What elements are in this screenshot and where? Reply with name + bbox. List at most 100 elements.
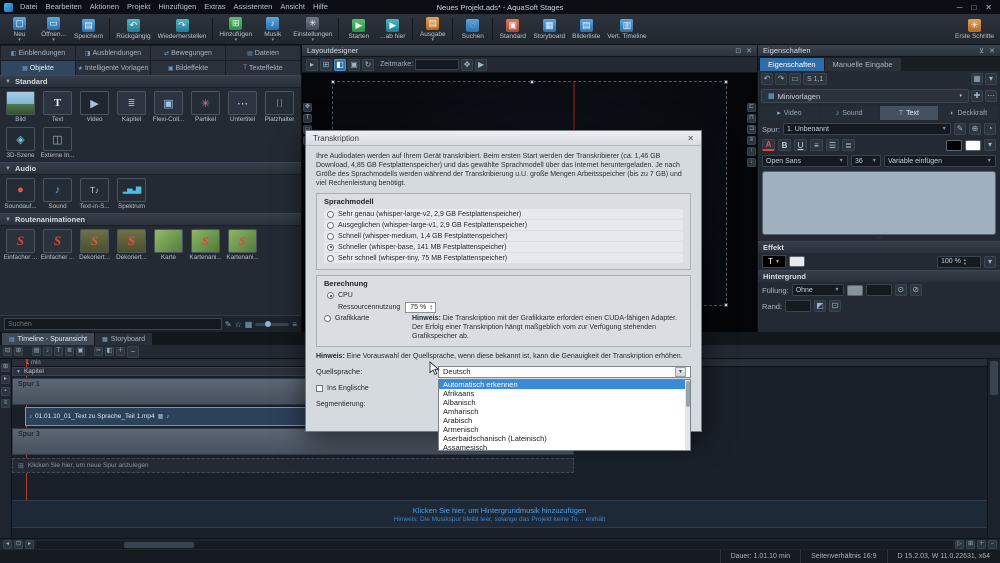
layer-up-icon[interactable]: ↑ <box>747 147 756 156</box>
more-icon[interactable]: ⋯ <box>985 90 997 102</box>
text-content-area[interactable] <box>762 171 996 235</box>
library-item-dekoriert-2[interactable]: SDekoriert... <box>113 228 150 262</box>
clock-icon[interactable]: ◔ <box>984 123 996 135</box>
fit-view-icon[interactable]: ⊞ <box>966 540 975 549</box>
quellsprache-combobox[interactable]: Deutsch ▼ <box>438 366 691 378</box>
align-left-icon[interactable]: ⊏ <box>747 103 756 112</box>
close-icon[interactable]: ✕ <box>989 47 995 55</box>
library-item-flexi-collage[interactable]: ▣Flexi-Coll... <box>150 90 187 124</box>
insert-sound-icon[interactable]: ♪ <box>43 347 52 356</box>
menu-item-projekt[interactable]: Projekt <box>123 0 154 14</box>
checkbox-icon[interactable] <box>316 385 323 392</box>
track-list-icon[interactable]: ≡ <box>1 399 10 408</box>
pencil-icon[interactable]: ✎ <box>954 123 966 135</box>
pencil-icon[interactable]: ✎ <box>225 320 232 329</box>
tab-bewegungen[interactable]: ⇄Bewegungen <box>151 46 225 60</box>
pin-icon[interactable]: ⊻ <box>979 47 984 55</box>
insert-text-icon[interactable]: T <box>54 347 63 356</box>
library-item-einfacher-pfad-1[interactable]: SEinfacher ... <box>2 228 39 262</box>
horizontal-scrollbar[interactable] <box>36 541 953 549</box>
collapse-all-icon[interactable]: ⊟ <box>3 347 12 356</box>
rotate-icon[interactable]: ↻ <box>362 59 374 71</box>
library-item-partikel[interactable]: ✳Partikel <box>187 90 224 124</box>
toolbar-button-ab-hier[interactable]: ▶...ab hier <box>376 15 409 43</box>
menu-item-extras[interactable]: Extras <box>200 0 229 14</box>
background-color-swatch[interactable] <box>965 140 981 151</box>
resize-handle[interactable] <box>530 80 534 84</box>
radio-option-ausgeglichen[interactable]: Ausgeglichen (whisper-large-v1, 2,9 GB F… <box>324 220 683 230</box>
menu-item-hilfe[interactable]: Hilfe <box>309 0 332 14</box>
chevron-down-icon[interactable]: ▼ <box>675 367 686 377</box>
tab-text[interactable]: TText <box>880 106 939 120</box>
minivorlagen-button[interactable]: ▦Minivorlagen▾ <box>761 89 969 103</box>
dropdown-item-amharisch[interactable]: Amharisch <box>439 407 690 416</box>
star-icon[interactable]: ☆ <box>235 320 242 329</box>
section-header-audio[interactable]: ▼Audio <box>0 162 301 175</box>
toolbar-button-hinzufuegen[interactable]: ⊞Hinzufügen▾ <box>216 15 255 43</box>
menu-item-datei[interactable]: Datei <box>16 0 42 14</box>
dropdown-item-automatisch[interactable]: Automatisch erkennen <box>439 380 690 389</box>
effect-strength-spinner[interactable]: 100 %▲▼ <box>937 256 981 268</box>
apply-icon[interactable]: ✚ <box>971 90 983 102</box>
scroll-right-icon[interactable]: ▸ <box>25 540 34 549</box>
reset-icon[interactable]: ⊘ <box>910 284 922 296</box>
tab-texteffekte[interactable]: TTexteffekte <box>226 61 300 75</box>
tab-intelligente-vorlagen[interactable]: ★Intelligente Vorlagen <box>76 61 150 75</box>
new-track-row[interactable]: ⊞Klicken Sie hier, um neue Spur anzulege… <box>12 458 574 473</box>
fuellung-select[interactable]: Ohne▼ <box>792 284 844 296</box>
radio-option-schneller[interactable]: Schneller (whisper-base, 141 MB Festplat… <box>324 242 683 252</box>
close-icon[interactable]: ✕ <box>687 134 694 143</box>
radio-option-schnell[interactable]: Schnell (whisper-medium, 1,4 GB Festplat… <box>324 231 683 241</box>
scroll-left-icon[interactable]: ◂ <box>3 540 12 549</box>
radio-option-grafikkarte[interactable]: Grafikkarte <box>324 314 404 323</box>
font-color-icon[interactable]: A <box>762 139 775 151</box>
toolbar-button-oeffnen[interactable]: ▭Öffnen...▾ <box>37 15 70 43</box>
timeline-vertical-scrollbar[interactable] <box>987 359 1000 538</box>
background-music-track[interactable]: Klicken Sie hier, um Hintergrundmusik hi… <box>12 500 987 528</box>
library-item-kapitel[interactable]: ≣Kapitel <box>113 90 150 124</box>
radio-option-sehr-schnell[interactable]: Sehr schnell (whisper-tiny, 75 MB Festpl… <box>324 253 683 263</box>
toolbar-button-suchen[interactable]: ◌Suchen <box>456 15 489 43</box>
tab-bildeffekte[interactable]: ▣Bildeffekte <box>151 61 225 75</box>
resize-handle[interactable] <box>724 303 728 307</box>
library-item-kartenanimation-1[interactable]: SKartenani... <box>187 228 224 262</box>
scrollbar-thumb[interactable] <box>990 361 998 395</box>
zoom-in-icon[interactable]: ＋ <box>977 540 986 549</box>
library-item-sound[interactable]: ♪Sound <box>39 177 76 211</box>
text-effect-preview[interactable]: T▼ <box>762 255 786 268</box>
insert-image-icon[interactable]: ▤ <box>32 347 41 356</box>
copy-icon[interactable]: ▭ <box>789 73 801 85</box>
library-item-dekoriert-1[interactable]: SDekoriert... <box>76 228 113 262</box>
dropdown-item-afrikaans[interactable]: Afrikaans <box>439 389 690 398</box>
list-view-icon[interactable]: ≡ <box>292 320 297 329</box>
maximize-icon[interactable]: □ <box>971 3 976 12</box>
text-tool-icon[interactable]: T <box>303 114 312 123</box>
cut-icon[interactable]: ✂ <box>94 347 103 356</box>
scrollbar-thumb[interactable] <box>124 542 194 548</box>
library-item-einfacher-pfad-2[interactable]: SEinfacher ... <box>39 228 76 262</box>
toolbar-button-erste-schritte[interactable]: ✳Erste Schritte <box>952 15 997 43</box>
align-center-icon[interactable]: ☰ <box>826 139 839 151</box>
library-item-karte[interactable]: Karte <box>150 228 187 262</box>
scroll-home-icon[interactable]: ⊡ <box>14 540 23 549</box>
tab-video[interactable]: ▸Video <box>760 106 819 120</box>
track-play-icon[interactable]: ▸ <box>1 375 10 384</box>
resize-handle[interactable] <box>331 80 335 84</box>
toolbar-button-vert-timeline[interactable]: ▥Vert. Timeline <box>604 15 649 43</box>
close-icon[interactable]: ✕ <box>746 47 752 55</box>
border-color-icon[interactable]: ◩ <box>814 300 826 312</box>
add-icon[interactable]: ⊕ <box>969 123 981 135</box>
menu-item-hinzufuegen[interactable]: Hinzufügen <box>154 0 200 14</box>
undo-icon[interactable]: ↶ <box>761 73 773 85</box>
resize-handle[interactable] <box>724 80 728 84</box>
track-options-icon[interactable]: ⊞ <box>1 363 10 372</box>
minimize-icon[interactable]: ─ <box>957 3 963 12</box>
dialog-titlebar[interactable]: Transkription ✕ <box>306 131 701 146</box>
tab-einblendungen[interactable]: ◧Einblendungen <box>1 46 75 60</box>
chevron-down-icon[interactable]: ▾ <box>985 73 997 85</box>
underline-icon[interactable]: U <box>794 139 807 151</box>
toolbar-button-wiederherstellen[interactable]: ↷Wiederherstellen <box>155 15 210 43</box>
toolbar-button-rueckgaengig[interactable]: ↶Rückgängig <box>113 15 153 43</box>
thumbnail-size-slider[interactable] <box>255 323 289 326</box>
close-icon[interactable]: ✕ <box>985 3 992 12</box>
